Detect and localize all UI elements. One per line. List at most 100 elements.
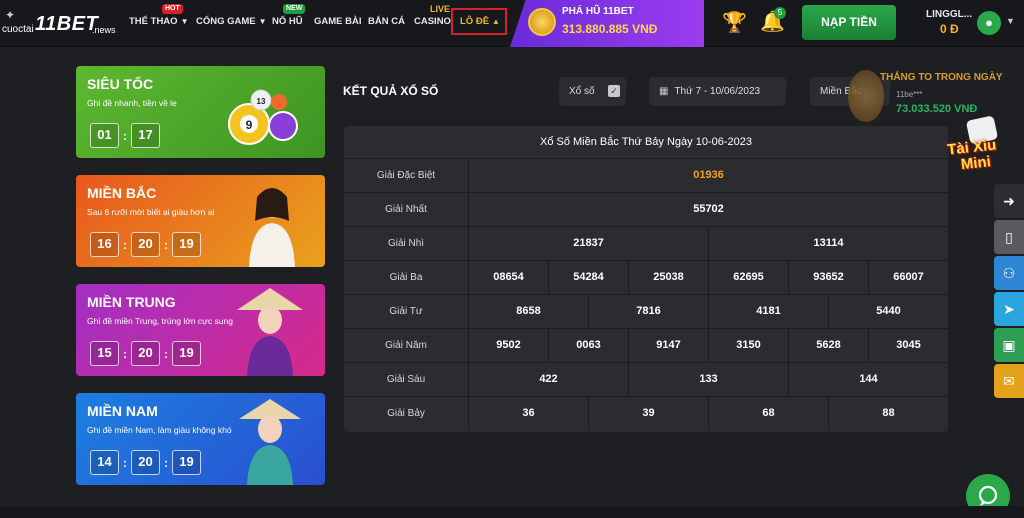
- nav-label: BẮN CÁ: [368, 16, 405, 27]
- logo-prefix: cuoctai: [2, 24, 34, 35]
- timer-minutes: 20: [131, 341, 160, 366]
- filter-value: Xổ số: [569, 86, 595, 97]
- winner-user: 11be***: [896, 90, 923, 99]
- trophy-icon[interactable]: 🏆: [722, 10, 747, 35]
- nav-label: NỔ HŨ: [272, 16, 303, 27]
- jackpot-coin-icon: [528, 8, 556, 36]
- prize-label: Giải Sáu: [344, 363, 469, 396]
- table-row: Giải Sáu 422 133 144: [344, 362, 948, 396]
- logo-brand: 11BET: [35, 13, 99, 35]
- region-card-mien-bac[interactable]: MIỀN BẮC Sau 6 rưỡi mời biết ai giàu hơn…: [76, 175, 325, 267]
- tai-xiu-label: Tài Xỉu Mini: [946, 136, 998, 174]
- nav-game-bai[interactable]: GAME BÀI: [314, 16, 362, 27]
- prize-number: 39: [588, 397, 708, 430]
- prize-number: 5440: [828, 295, 948, 328]
- nav-label: LÔ ĐỀ: [460, 16, 490, 27]
- countdown-timer: 16 : 20 : 19: [90, 232, 201, 257]
- countdown-timer: 01 : 17: [90, 123, 160, 148]
- arrow-right-icon[interactable]: ➜: [994, 184, 1024, 218]
- chevron-down-icon[interactable]: ▼: [1006, 16, 1015, 26]
- user-group-icon[interactable]: ⚇: [994, 256, 1024, 290]
- bird-icon: ✦: [5, 8, 16, 22]
- nav-lo-de[interactable]: LÔ ĐỀ ▲: [460, 16, 500, 27]
- nav-casino[interactable]: CASINO: [414, 16, 451, 27]
- phone-icon[interactable]: ▯: [994, 220, 1024, 254]
- logo-suffix: .news: [92, 25, 116, 35]
- prize-number: 133: [628, 363, 788, 396]
- header: ✦ cuoctai 11BET .news HOT THỂ THAO ▼ CỔNG…: [0, 0, 1024, 47]
- region-subtitle: Ghi đề miền Trung, trúng lớn cực sung: [87, 316, 233, 326]
- prize-number: 8658: [516, 305, 541, 317]
- nav-ban-ca[interactable]: BẮN CÁ: [368, 16, 405, 27]
- prize-number: 93652: [788, 261, 868, 294]
- winner-amount: 73.033.520 VNĐ: [896, 103, 978, 115]
- checkbox-icon: ✓: [608, 85, 620, 97]
- new-badge: NEW: [283, 4, 306, 14]
- prize-number: 36: [522, 407, 535, 419]
- user-icon: ●: [985, 15, 993, 30]
- region-card-sieu-toc[interactable]: SIÊU TỐC Ghi đề nhanh, tiền về lẹ 01 : 1…: [76, 66, 325, 158]
- daily-winner-widget[interactable]: THẮNG TO TRONG NGÀY 11be*** 73.033.520 V…: [848, 68, 1024, 124]
- chevron-down-icon: ▼: [180, 17, 189, 26]
- countdown-timer: 15 : 20 : 19: [90, 341, 201, 366]
- prize-label: Giải Đặc Biệt: [344, 159, 469, 192]
- prize-label: Giải Nhất: [344, 193, 469, 226]
- region-card-mien-nam[interactable]: MIỀN NAM Ghi đề miền Nam, làm giàu không…: [76, 393, 325, 485]
- filter-value: Thứ 7 - 10/06/2023: [674, 86, 761, 97]
- nav-no-hu[interactable]: NỔ HŨ: [272, 16, 303, 27]
- site-logo[interactable]: ✦ cuoctai 11BET .news: [0, 8, 122, 38]
- chat-bubble-icon: [978, 485, 998, 506]
- prize-number: 144: [788, 363, 948, 396]
- table-row: Giải Nhì 21837 13114: [344, 226, 948, 260]
- table-row: Giải Bảy 36 39 68 88: [344, 396, 948, 430]
- prize-label: Giải Tư: [344, 295, 469, 328]
- prize-number: 4181: [708, 295, 828, 328]
- timer-seconds: 19: [172, 232, 201, 257]
- table-title: Xổ Số Miền Bắc Thứ Bảy Ngày 10-06-2023: [539, 136, 752, 148]
- section-title: KẾT QUẢ XỔ SỐ: [343, 84, 439, 98]
- table-row: Giải Ba 08654 54284 25038 62695 93652 66007: [344, 260, 948, 294]
- region-name: MIỀN NAM: [87, 403, 158, 419]
- nav-label: GAME BÀI: [314, 16, 362, 27]
- avatar[interactable]: ●: [977, 11, 1001, 35]
- prize-number: 9502: [496, 339, 521, 351]
- timer-seconds: 19: [172, 341, 201, 366]
- date-picker[interactable]: ▦ Thứ 7 - 10/06/2023: [649, 77, 786, 106]
- tai-xiu-mini-button[interactable]: Tài Xỉu Mini: [946, 115, 1020, 182]
- chevron-down-icon: ▼: [258, 17, 267, 26]
- prize-number: 5628: [788, 329, 868, 362]
- lottery-type-select[interactable]: Xổ số ✓: [559, 77, 626, 106]
- region-name: MIỀN BẮC: [87, 185, 157, 201]
- model-image: [249, 188, 295, 267]
- region-name: SIÊU TỐC: [87, 76, 154, 92]
- deposit-button[interactable]: NẠP TIỀN: [802, 5, 896, 40]
- model-with-hat-image: [239, 399, 301, 485]
- region-card-mien-trung[interactable]: MIỀN TRUNG Ghi đề miền Trung, trúng lớn …: [76, 284, 325, 376]
- gift-icon[interactable]: ▣: [994, 328, 1024, 362]
- prize-number: 62695: [708, 261, 788, 294]
- prize-number: 25038: [628, 261, 708, 294]
- timer-hours: 14: [90, 450, 119, 475]
- prize-number: 3150: [708, 329, 788, 362]
- telegram-icon[interactable]: ➤: [994, 292, 1024, 326]
- timer-minutes: 20: [131, 450, 160, 475]
- timer-hours: 15: [90, 341, 119, 366]
- prize-number: 54284: [548, 261, 628, 294]
- prize-number: 88: [828, 397, 948, 430]
- nav-cong-game[interactable]: CỔNG GAME ▼: [196, 16, 267, 27]
- table-row: Giải Năm 9502 0063 9147 3150 5628 3045: [344, 328, 948, 362]
- prize-number: 13114: [708, 227, 948, 260]
- region-subtitle: Ghi đề nhanh, tiền về lẹ: [87, 98, 177, 108]
- timer-minutes: 01: [90, 123, 119, 148]
- notification-count: 5: [774, 7, 786, 19]
- countdown-timer: 14 : 20 : 19: [90, 450, 201, 475]
- region-name: MIỀN TRUNG: [87, 294, 176, 310]
- user-name[interactable]: LINGGL...: [926, 9, 972, 20]
- mail-icon[interactable]: ✉: [994, 364, 1024, 398]
- region-subtitle: Sau 6 rưỡi mời biết ai giàu hơn ai: [87, 207, 215, 217]
- prize-label: Giải Ba: [344, 261, 469, 294]
- jackpot-banner[interactable]: PHÁ HŨ 11BET 313.880.885 VNĐ: [510, 0, 704, 47]
- nav-the-thao[interactable]: THỂ THAO ▼: [129, 16, 188, 27]
- coin-icon: [848, 70, 884, 122]
- results-table: Xổ Số Miền Bắc Thứ Bảy Ngày 10-06-2023 G…: [344, 126, 948, 432]
